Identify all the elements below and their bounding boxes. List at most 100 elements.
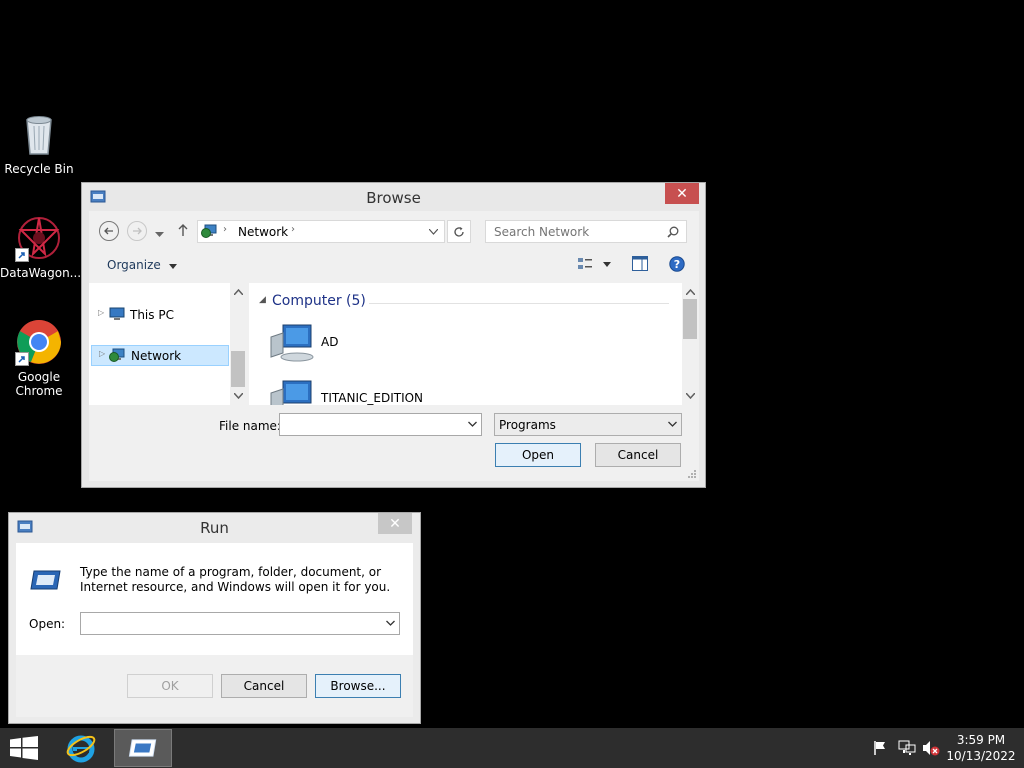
- nav-item-network[interactable]: ▷ Network: [91, 345, 229, 366]
- chevron-down-icon[interactable]: [386, 618, 395, 629]
- group-header-label: Computer (5): [272, 293, 366, 309]
- start-button[interactable]: [0, 728, 48, 768]
- back-button[interactable]: [99, 221, 119, 241]
- run-browse-button[interactable]: Browse...: [315, 674, 401, 698]
- network-computer-icon: [270, 380, 312, 405]
- preview-pane-button[interactable]: [632, 256, 648, 274]
- browse-titlebar[interactable]: Browse ✕: [82, 183, 705, 211]
- scroll-up-arrow-icon[interactable]: [234, 289, 243, 295]
- nav-pane-scrollbar[interactable]: [230, 283, 247, 405]
- clock-time: 3:59 PM: [956, 733, 1006, 747]
- navigation-pane[interactable]: ▷ This PC ▷ Network: [89, 283, 247, 405]
- nav-item-label: This PC: [130, 308, 174, 322]
- open-button[interactable]: Open: [495, 443, 581, 467]
- up-button[interactable]: [177, 223, 189, 240]
- help-icon: ?: [669, 256, 685, 272]
- group-header-line: [369, 303, 669, 304]
- run-client: Type the name of a program, folder, docu…: [16, 543, 413, 717]
- network-computer-icon: [270, 324, 314, 362]
- run-close-button[interactable]: ✕: [378, 513, 412, 534]
- address-bar[interactable]: › Network ›: [197, 220, 445, 243]
- scroll-down-arrow-icon[interactable]: [234, 393, 243, 399]
- content-scroll-thumb[interactable]: [683, 299, 697, 339]
- taskbar-run-app[interactable]: [114, 729, 172, 767]
- expand-arrow-icon: ▷: [99, 349, 106, 358]
- nav-item-this-pc[interactable]: ▷ This PC: [93, 305, 229, 325]
- windows-logo-icon: [10, 736, 38, 760]
- volume-muted-icon[interactable]: [922, 739, 940, 760]
- taskbar: 3:59 PM 10/13/2022: [0, 728, 1024, 768]
- forward-button[interactable]: [127, 221, 147, 241]
- organize-button[interactable]: Organize: [107, 258, 177, 272]
- change-view-button[interactable]: [577, 257, 611, 271]
- run-title: Run: [200, 519, 229, 537]
- run-program-icon: [128, 739, 157, 757]
- scroll-up-arrow-icon[interactable]: [686, 289, 695, 295]
- run-dialog: Run ✕ Type the name of a program, folder…: [8, 512, 421, 724]
- clock[interactable]: 3:59 PM 10/13/2022: [944, 732, 1018, 764]
- item-label: TITANIC_EDITION: [321, 391, 424, 405]
- run-description: Type the name of a program, folder, docu…: [80, 565, 391, 594]
- desktop-icon-label: Recycle Bin: [4, 162, 74, 176]
- nav-item-label: Network: [131, 349, 182, 363]
- address-path-network[interactable]: Network: [238, 225, 288, 239]
- resize-grip-icon[interactable]: [687, 469, 697, 479]
- search-box[interactable]: [485, 220, 687, 243]
- browse-client: › Network › Organize ?: [89, 211, 699, 481]
- desktop-icon-datawagon[interactable]: DataWagon...: [0, 214, 81, 280]
- expand-arrow-icon: ▷: [98, 308, 105, 317]
- shortcut-arrow-icon: [15, 248, 29, 262]
- network-icon: [109, 348, 125, 362]
- search-input[interactable]: [486, 221, 661, 242]
- recent-locations-button[interactable]: [155, 227, 164, 241]
- chevron-down-icon: [168, 264, 177, 269]
- desktop-icon-recycle-bin[interactable]: Recycle Bin: [0, 110, 78, 176]
- close-icon: ✕: [676, 185, 688, 202]
- search-icon: [667, 226, 679, 238]
- content-pane-scrollbar[interactable]: [682, 283, 699, 405]
- view-options-icon: [578, 258, 592, 269]
- run-open-label: Open:: [29, 617, 66, 631]
- chevron-down-icon: [668, 421, 677, 427]
- browse-close-button[interactable]: ✕: [665, 183, 699, 204]
- up-arrow-icon: [178, 224, 188, 236]
- content-pane[interactable]: ◢ Computer (5) AD TITANIC_EDITION: [249, 283, 682, 405]
- recycle-bin-icon: [15, 110, 63, 158]
- network-status-icon[interactable]: [898, 739, 916, 760]
- ok-button[interactable]: OK: [127, 674, 213, 698]
- filetype-value: Programs: [499, 417, 556, 432]
- action-center-icon[interactable]: [872, 740, 888, 759]
- datawagon-icon: [15, 214, 63, 262]
- browse-title: Browse: [366, 189, 421, 207]
- filename-combobox[interactable]: [279, 413, 482, 436]
- clock-date: 10/13/2022: [946, 749, 1016, 763]
- item-ad[interactable]: AD: [267, 321, 567, 365]
- help-button[interactable]: ?: [669, 256, 685, 275]
- taskbar-internet-explorer[interactable]: [58, 728, 104, 768]
- run-titlebar[interactable]: Run ✕: [9, 513, 420, 541]
- cancel-button[interactable]: Cancel: [595, 443, 681, 467]
- desktop-icon-label: Google Chrome: [15, 370, 63, 398]
- run-open-combobox[interactable]: [80, 612, 400, 635]
- address-separator-icon: ›: [223, 224, 227, 235]
- item-label: AD: [321, 335, 339, 349]
- address-dropdown-icon[interactable]: [429, 229, 438, 235]
- run-program-icon: [30, 570, 61, 590]
- address-separator-icon: ›: [291, 224, 295, 235]
- refresh-button[interactable]: [447, 220, 471, 243]
- chevron-down-icon: [155, 232, 164, 237]
- svg-text:?: ?: [674, 258, 680, 271]
- close-icon: ✕: [389, 515, 401, 532]
- computer-icon: [109, 307, 125, 320]
- item-titanic-edition[interactable]: TITANIC_EDITION: [267, 377, 567, 405]
- scroll-down-arrow-icon[interactable]: [686, 393, 695, 399]
- refresh-icon: [454, 226, 464, 237]
- chevron-down-icon[interactable]: [468, 419, 477, 430]
- group-header-computer[interactable]: ◢ Computer (5): [257, 293, 677, 313]
- nav-scroll-thumb[interactable]: [231, 351, 245, 387]
- preview-pane-icon: [632, 256, 648, 271]
- desktop-icon-google-chrome[interactable]: Google Chrome: [0, 318, 78, 398]
- chrome-icon: [15, 318, 63, 366]
- filetype-combobox[interactable]: Programs: [494, 413, 682, 436]
- run-cancel-button[interactable]: Cancel: [221, 674, 307, 698]
